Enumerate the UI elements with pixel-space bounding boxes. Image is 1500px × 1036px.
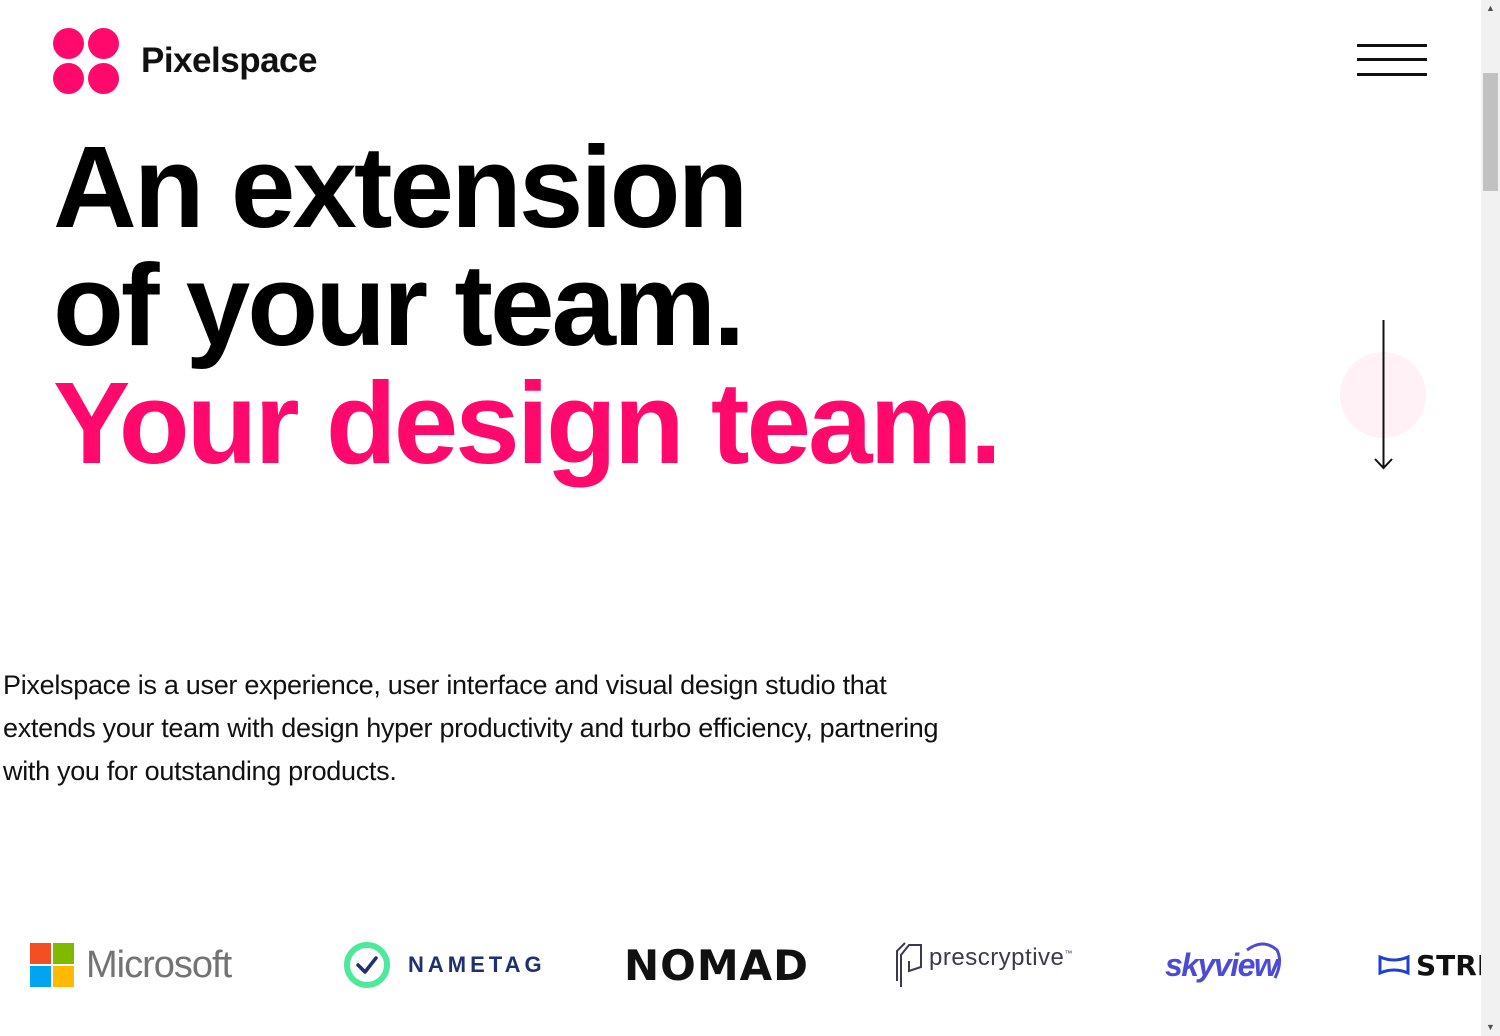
hero-line-1: An extension <box>53 122 748 252</box>
client-logo-nametag: NAMETAG <box>343 930 546 1000</box>
vertical-scrollbar[interactable]: ▲ ▼ <box>1481 0 1500 1036</box>
nomad-wordmark: NOMAD <box>624 940 810 990</box>
client-logo-skyview: skyview <box>1165 930 1283 1000</box>
prescryptive-wordmark: prescryptive <box>929 944 1065 971</box>
intro-paragraph: Pixelspace is a user experience, user in… <box>3 670 939 786</box>
prescryptive-wordmark-group: prescryptive™ <box>929 944 1073 972</box>
hamburger-menu-button[interactable] <box>1357 44 1427 78</box>
hero-line-3: Your design team. <box>53 358 1002 488</box>
client-logo-prescryptive: prescryptive™ <box>895 930 1073 1000</box>
skyview-arc-icon <box>1246 942 1282 979</box>
client-logo-microsoft: Microsoft <box>30 930 232 1000</box>
hamburger-line <box>1357 58 1427 61</box>
hero-heading: An extension of your team. Your design t… <box>53 122 1002 488</box>
hero-line-2: of your team. <box>53 240 745 370</box>
prescryptive-icon <box>896 942 922 987</box>
brand-logo-link[interactable]: Pixelspace <box>53 28 317 94</box>
microsoft-icon <box>30 943 74 987</box>
prescryptive-trademark: ™ <box>1064 949 1073 958</box>
stri-wordmark: STRI <box>1416 948 1481 982</box>
client-logo-stri: STRI <box>1378 930 1481 1000</box>
nametag-check-icon <box>344 942 390 988</box>
scrollbar-thumb[interactable] <box>1483 73 1498 191</box>
page: Pixelspace An extension of your team. Yo… <box>0 0 1481 1036</box>
arrow-down-icon <box>1374 320 1393 470</box>
nametag-wordmark: NAMETAG <box>408 952 546 977</box>
scroll-up-arrow-icon[interactable]: ▲ <box>1481 0 1500 17</box>
client-logo-nomad: NOMAD <box>624 930 809 1000</box>
client-logos: Microsoft NAMETAG NOMAD prescryptive™ sk… <box>0 930 1481 1000</box>
brand-name: Pixelspace <box>141 41 317 80</box>
scroll-down-arrow-icon[interactable]: ▼ <box>1481 1019 1500 1036</box>
scroll-down-button[interactable] <box>1340 320 1428 472</box>
four-dots-logo-icon <box>53 28 119 94</box>
hamburger-line <box>1357 73 1427 76</box>
stri-frame-icon <box>1378 954 1410 976</box>
microsoft-wordmark: Microsoft <box>86 943 232 986</box>
hamburger-menu-icon <box>1357 44 1427 47</box>
